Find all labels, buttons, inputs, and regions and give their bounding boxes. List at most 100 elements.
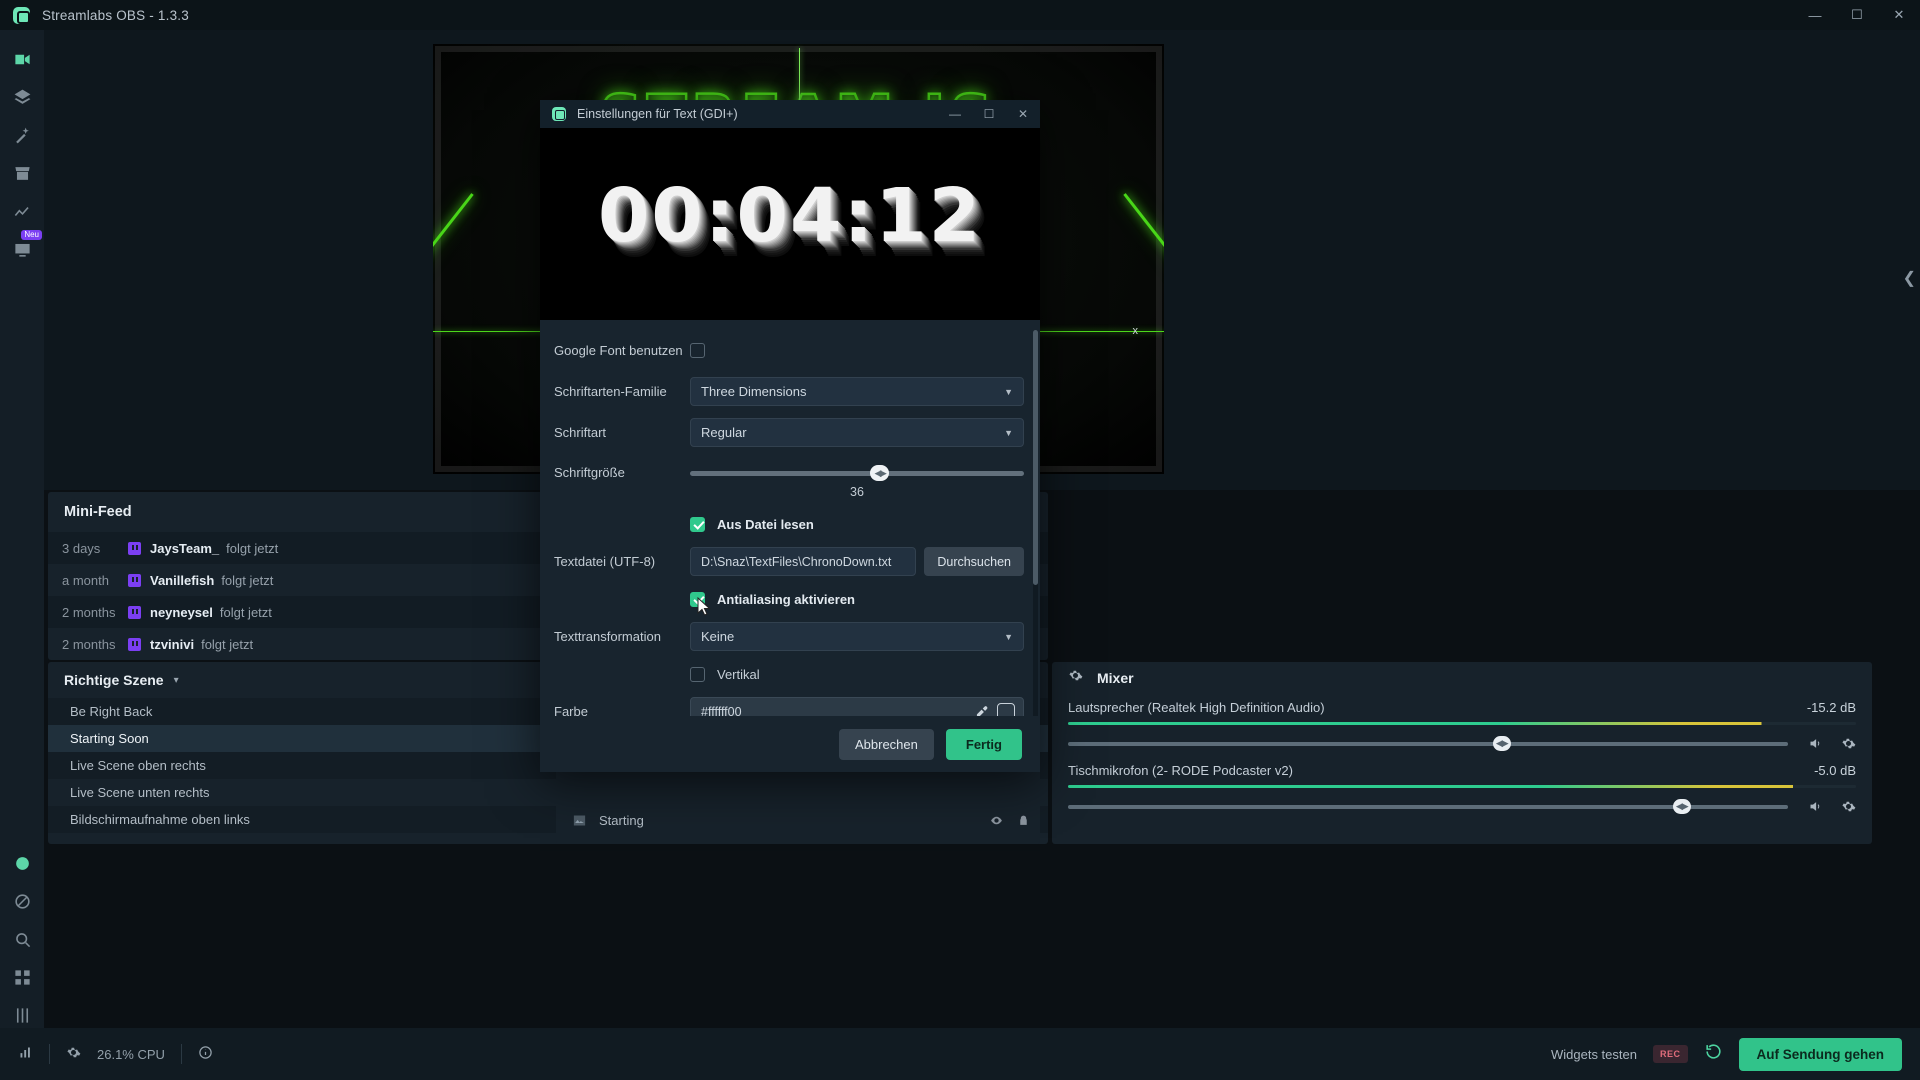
font-size-knob[interactable]: ◀▶ (870, 465, 890, 481)
mixer-volume-knob[interactable]: ◀▶ (1492, 735, 1511, 751)
close-button[interactable]: ✕ (1878, 0, 1920, 30)
sidebar-item-studio[interactable] (0, 40, 44, 78)
dialog-close-button[interactable]: ✕ (1006, 100, 1040, 128)
status-divider (180, 1044, 182, 1064)
mixer-channel-name: Tischmikrofon (2- RODE Podcaster v2) (1068, 763, 1293, 778)
mixer-channel-name: Lautsprecher (Realtek High Definition Au… (1068, 700, 1325, 715)
sidebar-item-dashboard[interactable] (0, 192, 44, 230)
gear-icon[interactable] (1841, 799, 1856, 814)
sidebar-item-help[interactable] (0, 882, 44, 920)
read-from-file-checkbox[interactable] (690, 516, 705, 532)
chevron-left-icon[interactable]: ❮ (1903, 268, 1916, 288)
source-row-icons (990, 814, 1030, 827)
dialog-titlebar: Einstellungen für Text (GDI+) — ☐ ✕ (540, 100, 1040, 128)
feed-action: folgt jetzt (221, 572, 274, 588)
field-read-from-file: Aus Datei lesen (540, 507, 1040, 541)
sidebar-item-prime[interactable] (0, 844, 44, 882)
speaker-icon[interactable] (1808, 799, 1823, 814)
gear-icon[interactable] (66, 1045, 81, 1063)
chevron-down-icon: ▼ (1004, 386, 1013, 397)
dialog-window-controls: — ☐ ✕ (938, 100, 1040, 128)
dialog-form-body[interactable]: Google Font benutzen Schriftarten-Famili… (540, 320, 1040, 716)
google-font-checkbox[interactable] (690, 342, 705, 358)
feed-username[interactable]: tzvinivi (150, 637, 194, 652)
field-text-transform: Texttransformation Keine ▼ (540, 616, 1040, 657)
chevron-down-icon[interactable]: ▾ (174, 675, 179, 686)
mixer-volume-slider[interactable]: ◀▶ (1068, 735, 1788, 751)
feed-action: folgt jetzt (226, 540, 279, 556)
text-file-label: Textdatei (UTF-8) (554, 554, 656, 569)
done-button[interactable]: Fertig (945, 728, 1022, 760)
font-size-track (690, 470, 1024, 476)
chevron-down-icon: ▼ (1004, 427, 1013, 438)
field-vertical: Vertikal (540, 657, 1040, 691)
twitch-icon (128, 541, 141, 555)
mixer-channel: Lautsprecher (Realtek High Definition Au… (1052, 694, 1872, 751)
info-icon[interactable] (198, 1045, 213, 1063)
font-family-select[interactable]: Three Dimensions ▼ (690, 377, 1024, 406)
rec-badge[interactable]: REC (1652, 1045, 1688, 1063)
lock-icon[interactable] (1017, 814, 1030, 827)
cancel-button[interactable]: Abbrechen (838, 728, 934, 760)
font-style-label: Schriftart (554, 425, 607, 440)
field-font-size: Schriftgröße ◀▶ 36 (540, 453, 1040, 499)
vertical-checkbox[interactable] (690, 666, 705, 682)
minimize-button[interactable]: — (1794, 0, 1836, 30)
color-swatch[interactable] (997, 702, 1015, 716)
feed-username[interactable]: JaysTeam_ (150, 541, 219, 556)
replay-icon[interactable] (1704, 1042, 1723, 1066)
gear-icon[interactable] (1068, 668, 1083, 688)
eyedropper-icon[interactable] (974, 705, 988, 716)
chart-line-icon (14, 206, 29, 216)
go-live-button[interactable]: Auf Sendung gehen (1738, 1037, 1902, 1071)
window-titlebar: Streamlabs OBS - 1.3.3 — ☐ ✕ (0, 0, 1920, 30)
mini-feed-title: Mini-Feed (64, 504, 132, 520)
sidebar-item-layout-editor[interactable] (0, 78, 44, 116)
feed-username[interactable]: Vanillefish (150, 573, 214, 588)
feed-age: 2 months (62, 604, 116, 620)
text-file-input[interactable]: D:\Snaz\TextFiles\ChronoDown.txt (690, 547, 917, 576)
maximize-button[interactable]: ☐ (1836, 0, 1878, 30)
vertical-label: Vertikal (717, 666, 760, 682)
sidebar-item-search[interactable] (0, 920, 44, 958)
sidebar-item-store[interactable] (0, 154, 44, 192)
field-color: Farbe #ffffff00 (540, 691, 1040, 716)
dialog-title: Einstellungen für Text (GDI+) (577, 107, 738, 121)
antialias-label: Antialiasing aktivieren (717, 591, 855, 607)
dialog-scrollbar[interactable] (1033, 330, 1038, 716)
feed-age: a month (62, 572, 109, 588)
image-source-icon (573, 815, 586, 826)
text-transform-select[interactable]: Keine ▼ (690, 622, 1024, 651)
eye-icon[interactable] (990, 814, 1003, 827)
field-font-style: Schriftart Regular ▼ (540, 412, 1040, 453)
sidebar-item-themes[interactable] (0, 116, 44, 154)
twitch-icon (128, 605, 141, 619)
sidebar-item-apps[interactable] (0, 958, 44, 996)
feed-username[interactable]: neyneysel (150, 605, 213, 620)
speaker-icon[interactable] (1808, 736, 1823, 751)
font-size-slider[interactable]: ◀▶ (690, 459, 1024, 487)
window-controls: — ☐ ✕ (1794, 0, 1920, 30)
gear-icon[interactable] (1841, 736, 1856, 751)
alertbox-new-badge: Neu (21, 230, 42, 240)
bar-chart-icon[interactable] (18, 1045, 33, 1063)
color-input[interactable]: #ffffff00 (690, 697, 1024, 716)
alert-box-icon (14, 243, 30, 257)
source-list-item[interactable]: Starting (566, 813, 1030, 828)
dialog-minimize-button[interactable]: — (938, 100, 972, 128)
font-style-select[interactable]: Regular ▼ (690, 418, 1024, 447)
browse-button[interactable]: Durchsuchen (924, 547, 1024, 576)
mixer-volume-slider[interactable]: ◀▶ (1068, 798, 1788, 814)
sidebar-item-alertbox[interactable]: Neu (0, 230, 44, 268)
twitch-icon (128, 573, 141, 587)
feed-age: 3 days (62, 540, 101, 556)
mixer-volume-knob[interactable]: ◀▶ (1672, 798, 1691, 814)
dialog-maximize-button[interactable]: ☐ (972, 100, 1006, 128)
feed-action: folgt jetzt (219, 604, 272, 620)
dialog-footer: Abbrechen Fertig (540, 716, 1040, 772)
left-nav-rail: Neu (0, 30, 44, 1080)
color-value: #ffffff00 (701, 704, 742, 717)
mixer-title: Mixer (1097, 670, 1134, 686)
widgets-test-button[interactable]: Widgets testen (1551, 1047, 1637, 1062)
dialog-scrollbar-thumb[interactable] (1033, 330, 1038, 585)
